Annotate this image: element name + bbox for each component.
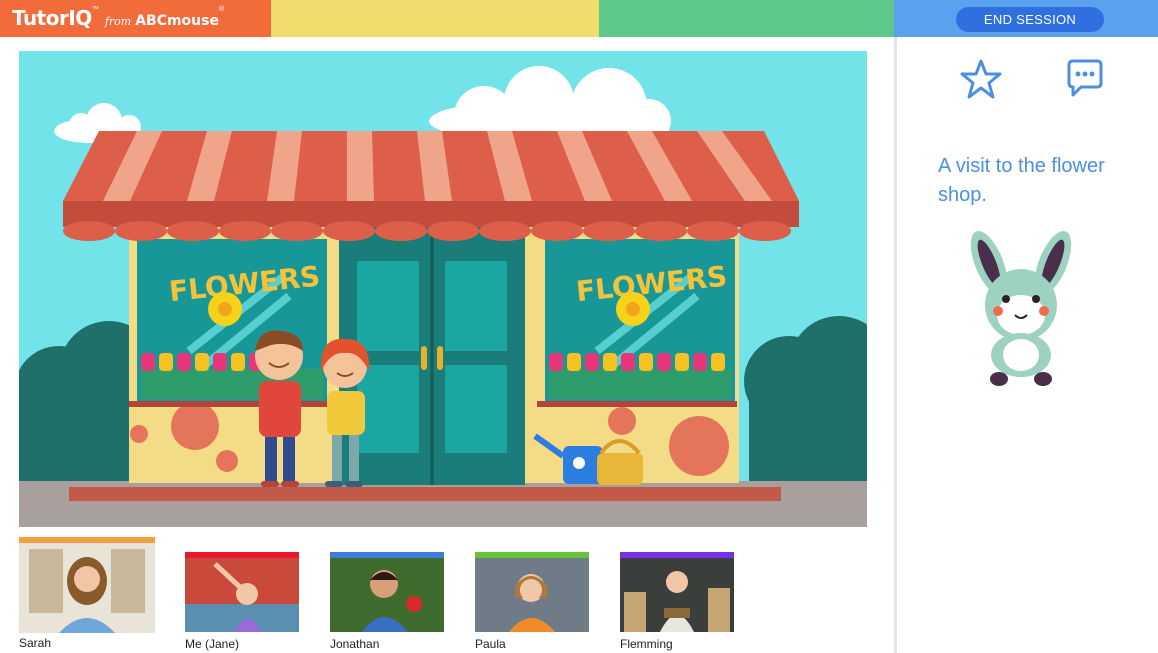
brand-name: TutorIQ xyxy=(12,6,92,30)
brand-partner: ABCmouse xyxy=(135,13,219,29)
lesson-scene[interactable]: FLOWERS FLOWERS xyxy=(19,51,867,527)
participant-color-strip xyxy=(475,552,589,558)
participant-color-strip xyxy=(330,552,444,558)
participant-video xyxy=(620,552,734,632)
participant-color-strip xyxy=(19,537,155,543)
lesson-description: A visit to the flower shop. xyxy=(938,155,1105,206)
lesson-side-panel: A visit to the flower shop. xyxy=(894,37,1158,653)
brand-from: from xyxy=(104,15,132,28)
end-session-button[interactable]: END SESSION xyxy=(956,7,1104,32)
star-icon[interactable] xyxy=(959,57,1003,101)
tulip-row-right xyxy=(549,353,731,399)
participant-video xyxy=(19,537,155,633)
participant-name: Flemming xyxy=(620,637,673,651)
participant-name: Me (Jane) xyxy=(185,637,240,651)
brand-segment: TutorIQ™from ABCmouse® xyxy=(0,0,271,37)
green-segment xyxy=(599,0,894,37)
top-bar: TutorIQ™from ABCmouse® END SESSION xyxy=(0,0,1158,37)
yellow-segment xyxy=(271,0,599,37)
participant-color-strip xyxy=(620,552,734,558)
participant-color-strip xyxy=(185,552,299,558)
session-segment: END SESSION xyxy=(894,0,1158,37)
chat-bubble-icon[interactable] xyxy=(1063,57,1107,101)
participant-name: Sarah xyxy=(19,636,52,650)
participant-strip: Sarah Me (Jane) Jonathan Paula Flemming xyxy=(19,537,889,653)
flower-shop-illustration: FLOWERS FLOWERS xyxy=(19,51,867,527)
participant-video xyxy=(475,552,589,632)
bunny-mascot xyxy=(961,229,1081,389)
participant-name: Jonathan xyxy=(330,637,380,651)
participant-video xyxy=(185,552,299,632)
brand-logo: TutorIQ™from ABCmouse® xyxy=(12,6,225,30)
participant-video xyxy=(330,552,444,632)
participant-name: Paula xyxy=(475,637,506,651)
